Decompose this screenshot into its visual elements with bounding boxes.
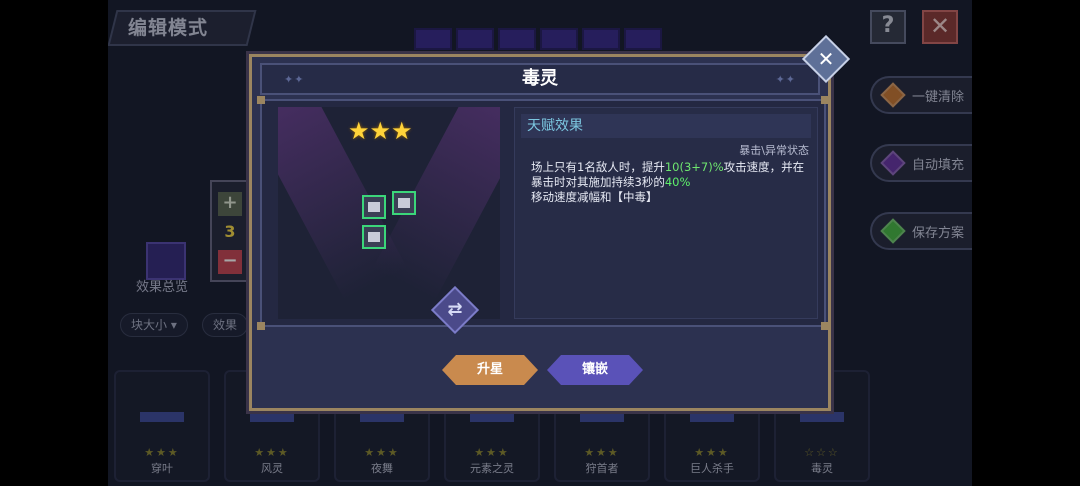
dialog-body: ★★★ 天赋效果 暴击\异常状态 场上只有1名敌人时，提升10(3+7)%攻击速…: [257, 96, 829, 330]
unit-preview: ★★★: [278, 107, 500, 319]
swap-icon: ⇄: [447, 299, 463, 320]
star-rating: ★★★: [348, 117, 413, 145]
corner-ornament: [821, 322, 829, 330]
dialog-title: 毒灵: [522, 68, 558, 89]
corner-ornament: [821, 96, 829, 104]
talent-description: 场上只有1名敌人时，提升10(3+7)%攻击速度，并在暴击时对其施加持续3秒的4…: [531, 160, 805, 204]
unit-sprite: [362, 225, 386, 249]
unit-sprite: [392, 191, 416, 215]
letterbox-right: [972, 0, 1080, 486]
dialog-header: ✦✦ 毒灵 ✦✦: [260, 63, 820, 95]
talent-panel: 天赋效果 暴击\异常状态 场上只有1名敌人时，提升10(3+7)%攻击速度，并在…: [514, 107, 818, 319]
corner-ornament: [257, 96, 265, 104]
header-ornament-right: ✦✦: [775, 73, 796, 86]
unit-detail-dialog: ✦✦ 毒灵 ✦✦ ✕ ★★★ 天赋效果 暴击\异常状态 场上只有1名敌人时，提升…: [249, 34, 851, 411]
talent-tag: 暴击\异常状态: [739, 144, 809, 157]
talent-title: 天赋效果: [521, 114, 811, 138]
upgrade-star-button[interactable]: 升星: [442, 355, 538, 385]
unit-sprite: [362, 195, 386, 219]
inlay-button[interactable]: 镶嵌: [547, 355, 643, 385]
letterbox-left: [0, 0, 108, 486]
corner-ornament: [257, 322, 265, 330]
close-icon: ✕: [817, 47, 835, 71]
